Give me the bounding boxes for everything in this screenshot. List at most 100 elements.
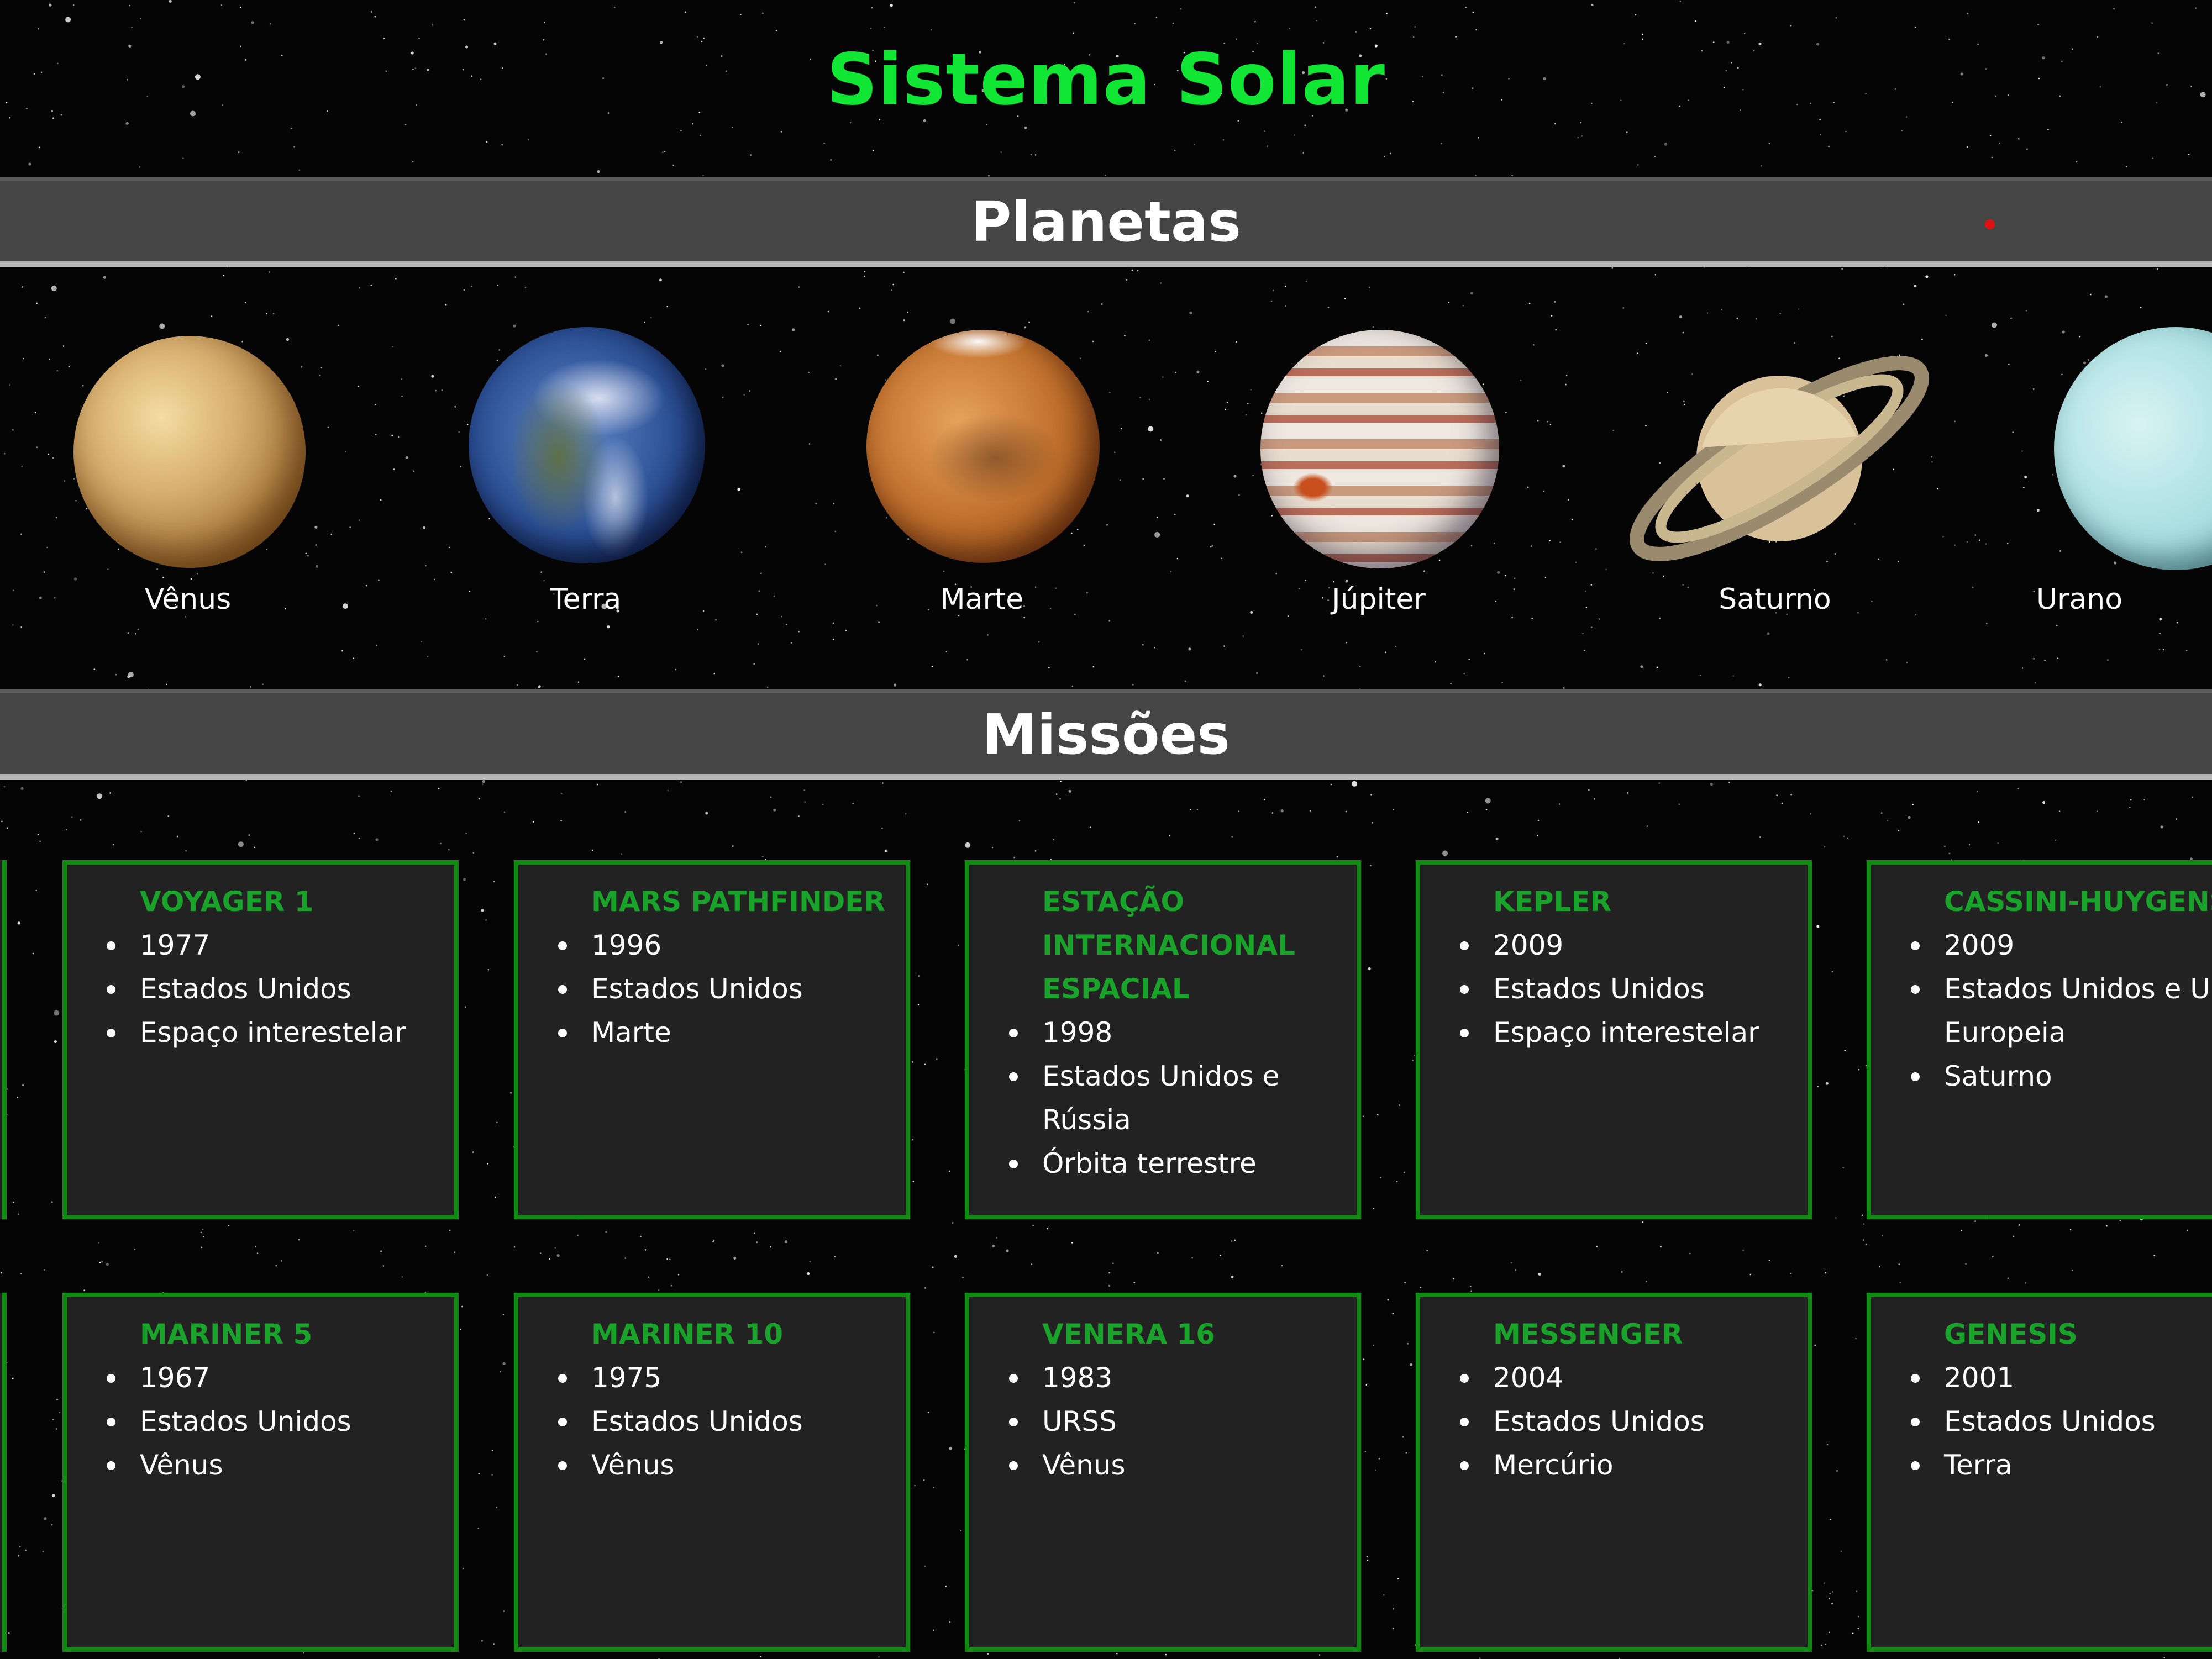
star [903, 319, 905, 321]
star [1467, 812, 1468, 813]
star [864, 271, 866, 272]
star [1170, 571, 1172, 573]
mission-card-mariner-10[interactable]: MARINER 10 1975 Estados Unidos Vênus [514, 1293, 910, 1652]
star [1234, 1239, 1236, 1241]
mission-card-iss[interactable]: ESTAÇÃO INTERNACIONAL ESPACIAL 1998 Esta… [965, 860, 1361, 1219]
star [1330, 783, 1332, 786]
star [1435, 661, 1436, 663]
mission-card-cassini-huygens[interactable]: CASSINI-HUYGENS 2009 Estados Unidos e Un… [1867, 860, 2212, 1219]
mission-card-kepler[interactable]: KEPLER 2009 Estados Unidos Espaço intere… [1416, 860, 1812, 1219]
star [275, 1265, 277, 1267]
star [680, 781, 682, 783]
star [486, 1274, 488, 1276]
star [1252, 475, 1254, 476]
mission-card-mars-pathfinder[interactable]: MARS PATHFINDER 1996 Estados Unidos Mart… [514, 860, 910, 1219]
star [1511, 175, 1513, 177]
star [17, 921, 20, 925]
mars-image [866, 330, 1100, 563]
star [733, 1256, 737, 1260]
star [68, 365, 70, 367]
star [1316, 19, 1318, 22]
mission-card-genesis[interactable]: GENESIS 2001 Estados Unidos Terra [1867, 1293, 2212, 1652]
star [375, 838, 379, 841]
star [871, 7, 873, 9]
star [952, 1222, 954, 1224]
star [658, 1289, 660, 1291]
star [1621, 1271, 1623, 1273]
star [1585, 607, 1588, 609]
star [496, 1121, 498, 1124]
star [1119, 479, 1121, 481]
star [139, 166, 141, 168]
star [2024, 475, 2027, 479]
star [82, 385, 84, 387]
star [1165, 1653, 1167, 1656]
star [770, 796, 772, 798]
star [666, 1258, 668, 1260]
mission-card-voyager-1[interactable]: VOYAGER 1 1977 Estados Unidos Espaço int… [62, 860, 459, 1219]
star [228, 1225, 230, 1226]
star [1742, 1249, 1744, 1251]
star [286, 338, 290, 341]
star [1656, 666, 1658, 668]
mission-year: 1975 [558, 1356, 906, 1400]
star [1160, 439, 1162, 441]
star [1395, 645, 1397, 647]
star [1475, 174, 1477, 176]
mission-card-venera-16[interactable]: VENERA 16 1983 URSS Vênus [965, 1293, 1361, 1652]
star [762, 856, 764, 857]
star [1153, 646, 1155, 649]
star [884, 26, 885, 28]
star [933, 1487, 935, 1489]
star [1484, 652, 1485, 655]
star [927, 1412, 929, 1413]
star [864, 275, 865, 277]
star [1814, 1344, 1816, 1346]
star [1092, 340, 1094, 343]
star [1393, 809, 1395, 810]
star [503, 656, 505, 657]
star [80, 819, 82, 821]
star [886, 517, 887, 519]
star [1908, 815, 1911, 819]
star [307, 555, 309, 557]
star [1531, 618, 1533, 619]
star [1878, 1266, 1880, 1268]
site-title: Sistema Solar [826, 39, 1386, 121]
star [924, 1063, 926, 1066]
star [65, 17, 71, 23]
star [882, 782, 884, 784]
star [1515, 1269, 1517, 1271]
star [220, 4, 223, 6]
star [1646, 1281, 1647, 1282]
star [1903, 303, 1905, 305]
star [2032, 388, 2035, 390]
star [485, 919, 487, 921]
star [17, 1213, 19, 1215]
star [28, 162, 31, 166]
star [747, 324, 749, 325]
star [878, 621, 880, 623]
mission-year: 2009 [1911, 924, 2212, 967]
star [675, 668, 677, 671]
mission-title: MESSENGER [1493, 1318, 1683, 1350]
star [1155, 17, 1158, 18]
star [472, 1151, 474, 1153]
star [1193, 144, 1195, 145]
star [1999, 142, 2000, 144]
star [791, 642, 792, 644]
mission-card-messenger[interactable]: MESSENGER 2004 Estados Unidos Mercúrio [1416, 1293, 1812, 1652]
star [25, 1549, 27, 1551]
star [1214, 351, 1216, 352]
star [1365, 1384, 1368, 1386]
star [1978, 539, 1980, 541]
star [376, 644, 377, 646]
star [2104, 295, 2108, 298]
star [48, 453, 49, 455]
star [425, 565, 427, 567]
mission-card-mariner-5[interactable]: MARINER 5 1967 Estados Unidos Vênus [62, 1293, 459, 1652]
star [52, 1418, 54, 1420]
star [1370, 794, 1372, 796]
mission-country: URSS [1009, 1400, 1357, 1444]
star [2059, 550, 2061, 552]
